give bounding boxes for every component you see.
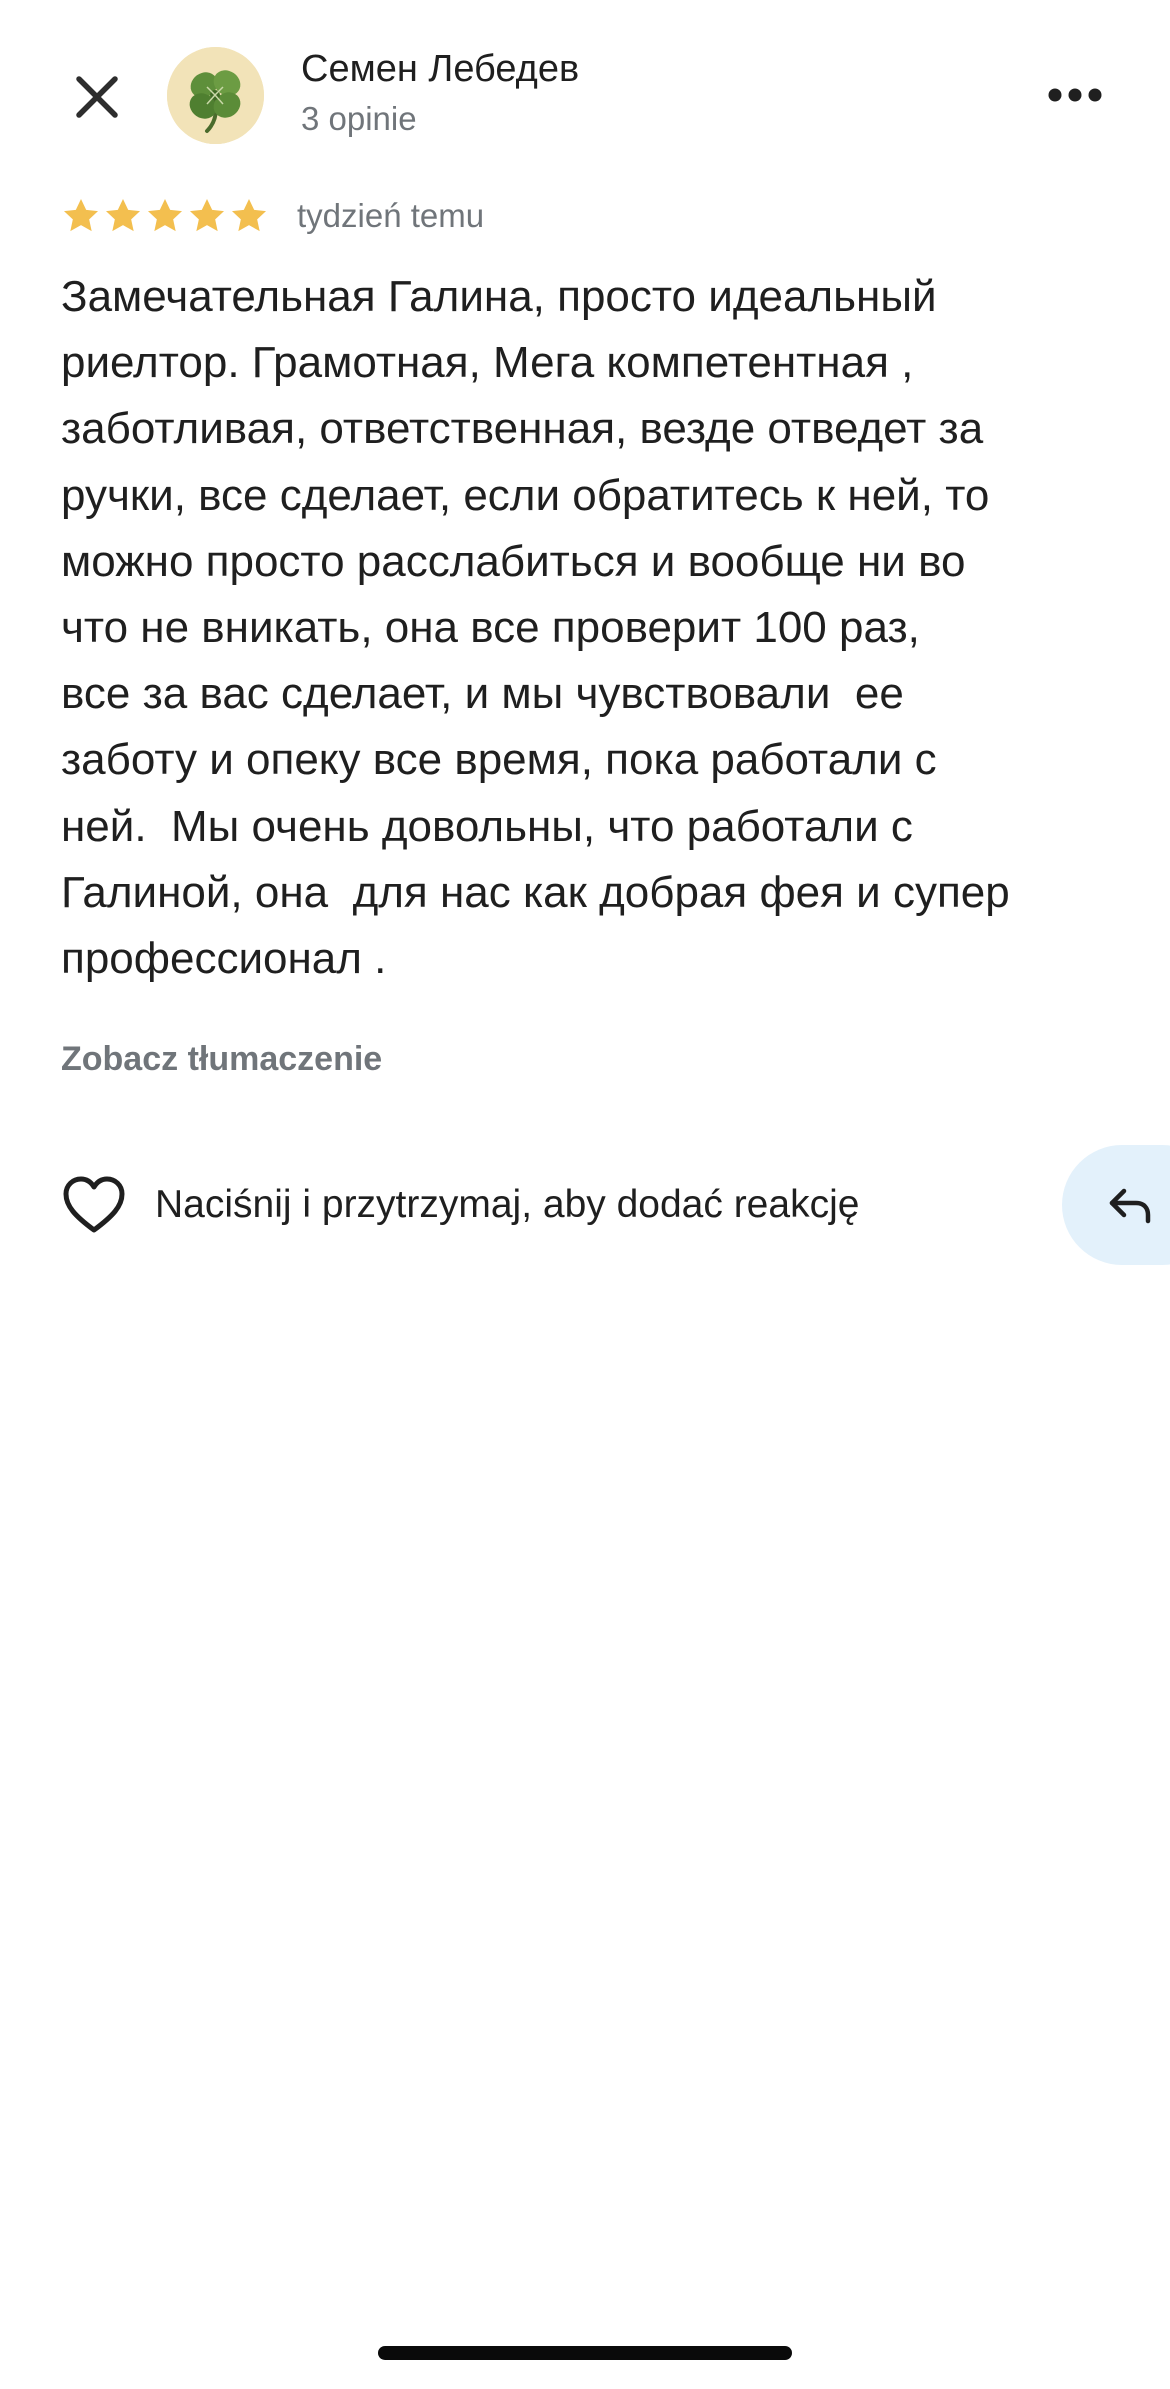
four-leaf-clover-icon (167, 47, 264, 144)
rating-row: tydzień temu (61, 194, 484, 238)
author-name[interactable]: Семен Лебедев (301, 48, 579, 91)
see-translation-link[interactable]: Zobacz tłumaczenie (61, 1040, 382, 1079)
star-rating (61, 196, 269, 236)
more-horizontal-icon (1048, 88, 1102, 102)
reply-arrow-icon (1109, 1188, 1151, 1224)
avatar[interactable] (167, 47, 264, 144)
star-icon (106, 199, 140, 232)
star-icon (232, 199, 266, 232)
heart-outline-icon (63, 1176, 125, 1233)
review-text: Замечательная Галина, просто идеальный р… (61, 272, 1010, 984)
star-icon (190, 199, 224, 232)
author-review-count: 3 opinie (301, 100, 417, 137)
reply-button[interactable] (1062, 1145, 1170, 1265)
close-icon (76, 76, 118, 118)
add-reaction-control[interactable]: Naciśnij i przytrzymaj, aby dodać reakcj… (61, 1170, 859, 1240)
more-options-button[interactable] (1035, 65, 1115, 125)
review-date: tydzień temu (297, 197, 485, 234)
star-icon (148, 199, 182, 232)
home-indicator[interactable] (378, 2346, 792, 2360)
add-reaction-label: Naciśnij i przytrzymaj, aby dodać reakcj… (155, 1183, 860, 1226)
close-button[interactable] (62, 62, 132, 132)
star-icon (64, 199, 98, 232)
